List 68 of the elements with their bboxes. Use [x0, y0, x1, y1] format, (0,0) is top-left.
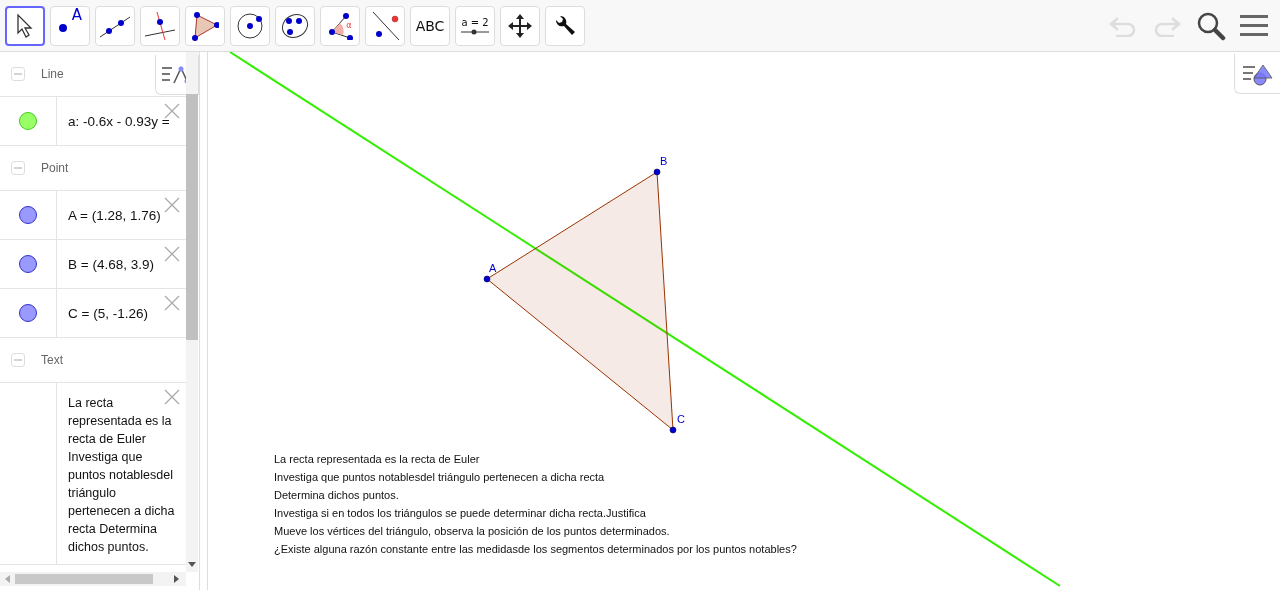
angle-tool-button[interactable]: α — [320, 5, 360, 46]
instruction-line: ¿Existe alguna razón constante entre las medidasde los segmentos determinados por los puntos notables? — [274, 542, 797, 557]
angle-label: α — [346, 21, 352, 30]
instruction-line: La recta representada es la recta de Euler — [274, 452, 481, 467]
instruction-line: Mueve los vértices del triángulo, observa la posición de los puntos determinados. — [274, 524, 671, 539]
line-tool-button[interactable] — [95, 5, 135, 46]
visibility-marker[interactable] — [19, 112, 37, 130]
move-tool-button[interactable] — [5, 5, 45, 46]
slider-tool-button[interactable]: a = 2 — [455, 5, 495, 46]
close-icon — [164, 246, 180, 262]
collapse-toggle[interactable] — [11, 353, 25, 367]
circle-tool-button[interactable] — [230, 5, 270, 46]
search-icon — [1196, 10, 1226, 41]
vertical-scrollbar[interactable] — [186, 52, 198, 572]
section-title: Point — [41, 161, 69, 175]
object-definition[interactable]: B = (4.68, 3.9) — [57, 240, 162, 288]
object-definition[interactable]: A = (1.28, 1.76) — [57, 191, 169, 239]
collapse-toggle[interactable] — [11, 161, 25, 175]
perpendicular-icon — [143, 9, 177, 42]
menu-button[interactable] — [1240, 13, 1268, 38]
instruction-line: Determina dichos puntos. — [274, 488, 400, 503]
instruction-line: Investiga que puntos notablesdel triángulo pertenecen a dicha recta — [274, 470, 606, 485]
minus-icon — [14, 356, 22, 364]
horizontal-scrollbar[interactable] — [0, 572, 186, 586]
point-label: B — [660, 155, 668, 167]
triangle-icon — [191, 10, 219, 41]
visibility-marker[interactable] — [19, 304, 37, 322]
close-icon — [164, 197, 180, 213]
vertex-point[interactable] — [483, 275, 491, 283]
search-button[interactable] — [1196, 10, 1226, 41]
conic-tool-button[interactable] — [275, 5, 315, 46]
down-arrow-icon[interactable] — [188, 562, 196, 568]
section-title: Text — [41, 353, 63, 367]
menu-icon — [1240, 13, 1268, 38]
circle-icon — [236, 11, 264, 40]
object-definition[interactable]: C = (5, -1.26) — [57, 289, 156, 337]
collapse-toggle[interactable] — [11, 67, 25, 81]
polygon-tool-button[interactable] — [185, 5, 225, 46]
point-icon — [57, 23, 68, 33]
cursor-icon — [15, 12, 35, 39]
close-icon — [164, 389, 180, 405]
vertex-point[interactable] — [669, 426, 677, 434]
right-arrow-icon[interactable] — [174, 575, 180, 583]
point-label: A — [489, 262, 497, 274]
visibility-marker[interactable] — [19, 206, 37, 224]
visibility-marker[interactable] — [19, 255, 37, 273]
wrench-icon — [553, 13, 577, 38]
vertex-point[interactable] — [653, 168, 661, 176]
close-icon — [164, 295, 180, 311]
text-object[interactable]: La recta representada es la recta de Euler Investiga que puntos notablesdel triángulo pertenecen a dicha recta Determina dichos puntos. — [57, 383, 186, 564]
reflect-tool-button[interactable] — [365, 5, 405, 46]
move-arrows-icon — [507, 12, 533, 39]
minus-icon — [14, 164, 22, 172]
text-tool-button[interactable]: ABC — [410, 5, 450, 46]
object-definition[interactable]: a: -0.6x - 0.93y = — [57, 97, 178, 145]
point-label: C — [677, 413, 685, 425]
pan-tool-button[interactable] — [500, 5, 540, 46]
ellipse-icon — [280, 11, 310, 40]
minus-icon — [14, 70, 22, 78]
close-icon — [164, 103, 180, 119]
graphics-style-button[interactable] — [1234, 54, 1280, 94]
perpendicular-tool-button[interactable] — [140, 5, 180, 46]
tools-tool-button[interactable] — [545, 5, 585, 46]
slider-icon — [461, 28, 489, 35]
instruction-line: Investiga si en todos los triángulos se puede determinar dicha recta.Justifica — [274, 506, 647, 521]
section-title: Line — [41, 67, 64, 81]
point-tool-button[interactable]: A — [50, 5, 90, 46]
point-label: A — [71, 8, 83, 23]
